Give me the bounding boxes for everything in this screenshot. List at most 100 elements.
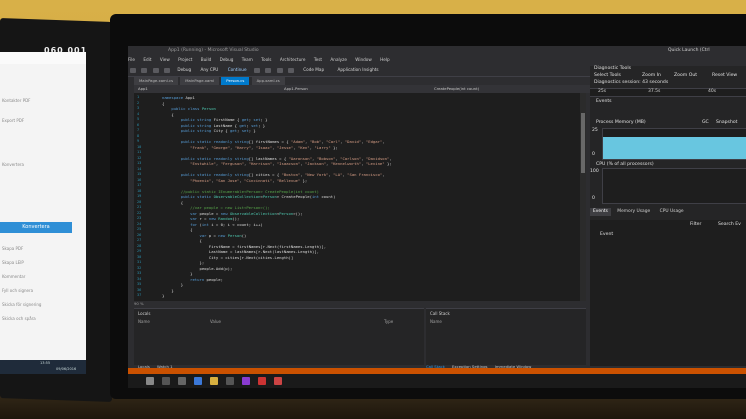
save-icon[interactable] <box>152 67 159 73</box>
step-over-icon[interactable] <box>287 67 294 73</box>
tab-events[interactable]: Events <box>590 208 611 216</box>
code-line: var r = new Random(); <box>190 216 240 221</box>
scroll-thumb[interactable] <box>581 113 585 173</box>
locals-col-type[interactable]: Type <box>384 319 393 324</box>
search-events-input[interactable]: Search Ev <box>718 222 741 227</box>
menu-team[interactable]: Team <box>242 57 253 62</box>
pause-icon[interactable] <box>253 67 260 73</box>
line-number: 17 <box>137 183 142 187</box>
menu-test[interactable]: Test <box>314 57 322 62</box>
editor-scrollbar[interactable] <box>580 93 586 301</box>
line-number: 21 <box>137 205 142 209</box>
memory-min: 0 <box>592 152 595 157</box>
windows-taskbar <box>128 374 746 388</box>
code-line: //var people = new List<Person>(); <box>162 205 270 210</box>
zoom-level[interactable]: 90 % <box>134 301 144 306</box>
code-map-button[interactable]: Code Map <box>303 67 324 72</box>
select-tools-button[interactable]: Select Tools <box>594 73 621 78</box>
tab-person-cs[interactable]: Person.cs <box>221 77 250 85</box>
events-col-event[interactable]: Event <box>600 232 613 237</box>
menu-window[interactable]: Window <box>355 57 372 62</box>
code-line: { <box>162 100 165 106</box>
tab-mainpage-xaml[interactable]: MainPage.xaml <box>180 77 220 85</box>
tab-mainpage-cs[interactable]: MainPage.xaml.cs <box>134 77 179 85</box>
continue-button[interactable]: Continue <box>228 67 247 72</box>
diag-title: Diagnostic Tools <box>594 66 632 71</box>
menu-help[interactable]: Help <box>380 57 390 62</box>
menu-view[interactable]: View <box>160 57 170 62</box>
diag-timeline[interactable]: 25s 37.5s 40s <box>590 88 746 97</box>
left-item[interactable]: Skapa LEIP <box>2 260 24 265</box>
nav-class[interactable]: App1.Person <box>284 85 308 93</box>
filter-button[interactable]: Filter <box>690 222 701 227</box>
acrobat-icon[interactable] <box>258 377 266 385</box>
left-item[interactable]: Kontakter PDF <box>2 98 30 103</box>
zoom-out-button[interactable]: Zoom Out <box>674 73 697 78</box>
reset-view-button[interactable]: Reset View <box>712 73 737 78</box>
callstack-col-name[interactable]: Name <box>430 319 442 324</box>
left-item[interactable]: Skapa PDF <box>2 246 23 251</box>
locals-col-name[interactable]: Name <box>138 319 150 324</box>
search-icon[interactable] <box>162 377 170 385</box>
diagnostic-tools-panel: Diagnostic Tools Select Tools Zoom In Zo… <box>590 66 746 366</box>
menu-file[interactable]: File <box>128 57 135 62</box>
left-taskbar-time: 13:55 <box>40 361 51 365</box>
edge-icon[interactable] <box>194 377 202 385</box>
menu-analyze[interactable]: Analyze <box>330 57 347 62</box>
menu-architecture[interactable]: Architecture <box>280 57 306 62</box>
memory-max: 25 <box>592 128 598 133</box>
line-number: 16 <box>137 177 142 182</box>
app-insights-button[interactable]: Application Insights <box>337 67 378 72</box>
line-number: 29 <box>137 249 142 253</box>
line-number: 11 <box>137 150 142 154</box>
tab-memory-usage[interactable]: Memory Usage <box>614 208 653 216</box>
undo-icon[interactable] <box>164 67 171 73</box>
code-line: { <box>162 238 202 243</box>
cpu-label: CPU (% of all processors) <box>596 162 654 167</box>
store-icon[interactable] <box>226 377 234 385</box>
left-item[interactable]: Fyll och signera <box>2 288 33 293</box>
code-line: { <box>162 199 184 205</box>
line-number: 4 <box>137 111 140 116</box>
explorer-icon[interactable] <box>210 377 218 385</box>
menu-edit[interactable]: Edit <box>143 57 151 62</box>
line-number: 35 <box>137 282 142 286</box>
menu-build[interactable]: Build <box>201 57 212 62</box>
zoom-in-button[interactable]: Zoom In <box>642 73 661 78</box>
locals-col-value[interactable]: Value <box>210 319 221 324</box>
tab-cpu-usage[interactable]: CPU Usage <box>657 208 687 216</box>
memory-chart[interactable] <box>602 128 746 160</box>
menu-tools[interactable]: Tools <box>261 57 271 62</box>
nav-member[interactable]: CreatePeople(int count) <box>434 85 479 93</box>
left-item[interactable]: Skicka och spåra <box>2 316 36 321</box>
task-view-icon[interactable] <box>178 377 186 385</box>
left-item[interactable]: Konvertera <box>2 162 24 167</box>
menu-debug[interactable]: Debug <box>220 57 234 62</box>
nav-project[interactable]: App1 <box>138 86 148 91</box>
visual-studio-icon[interactable] <box>242 377 250 385</box>
left-monitor-screen: Kontakter PDF Export PDF Konvertera Konv… <box>0 52 86 374</box>
quick-launch-input[interactable]: Quick Launch (Ctrl <box>668 46 710 56</box>
line-number: 37 <box>137 293 142 297</box>
convert-button[interactable]: Konvertera <box>0 222 72 233</box>
tab-app-xaml-cs[interactable]: App.xaml.cs <box>251 77 285 85</box>
restart-icon[interactable] <box>276 67 283 73</box>
left-item[interactable]: Skicka för signering <box>2 302 41 307</box>
left-item[interactable]: Export PDF <box>2 118 24 123</box>
diag-session: Diagnostics session: 43 seconds <box>594 80 669 85</box>
config-dropdown[interactable]: Debug <box>177 67 191 72</box>
navigation-bar: App1 App1.Person CreatePeople(int count) <box>134 85 594 93</box>
line-number: 23 <box>137 216 142 220</box>
left-item[interactable]: Kommentar <box>2 274 25 279</box>
menu-project[interactable]: Project <box>178 57 192 62</box>
line-number: 32 <box>137 265 142 270</box>
back-icon[interactable] <box>130 67 136 73</box>
start-icon[interactable] <box>146 377 154 385</box>
locals-pane: Locals Name Value Type <box>134 308 424 365</box>
stop-icon[interactable] <box>265 67 272 73</box>
code-editor[interactable]: 1 2 3 4 5 6 7 8 9 10 11 12 13 14 15 16 17 18 19 20 21 22 23 24 2… <box>134 93 586 301</box>
platform-dropdown[interactable]: Any CPU <box>201 67 219 72</box>
cpu-chart[interactable] <box>602 168 746 204</box>
pdf-icon[interactable] <box>274 377 282 385</box>
forward-icon[interactable] <box>141 67 148 73</box>
